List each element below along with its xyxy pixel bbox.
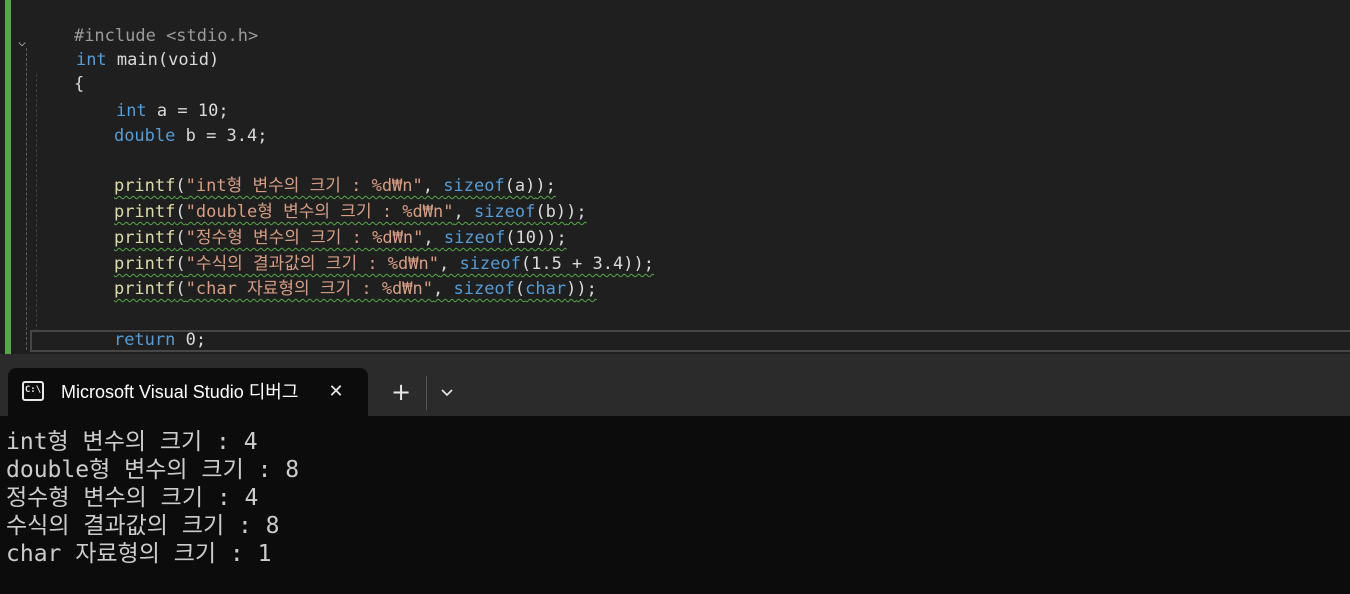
output-line: char 자료형의 크기 : 1 xyxy=(6,541,272,567)
code-text: ) xyxy=(566,279,577,299)
code-text: b = 3.4; xyxy=(175,126,268,146)
current-line-highlight xyxy=(30,330,1350,352)
code-text: ); xyxy=(633,254,654,274)
chevron-down-icon[interactable]: ⌵ xyxy=(15,36,29,50)
terminal-output[interactable]: int형 변수의 크기 : 4 double형 변수의 크기 : 8 정수형 변… xyxy=(0,416,1350,594)
code-line-printf-5[interactable]: printf("char 자료형의 크기 : %d₩n", sizeof(cha… xyxy=(73,253,597,299)
code-line-decl-a[interactable]: int a = 10; xyxy=(75,75,229,121)
output-line: 수식의 결과값의 크기 : 8 xyxy=(6,513,280,539)
code-line-include[interactable]: #include <stdio.h> xyxy=(33,0,258,46)
chevron-down-icon[interactable] xyxy=(434,377,460,407)
output-line: int형 변수의 크기 : 4 xyxy=(6,429,258,455)
output-line: double형 변수의 크기 : 8 xyxy=(6,457,300,483)
function-name: printf xyxy=(113,279,176,299)
keyword: return xyxy=(113,330,176,350)
outline-guide xyxy=(26,48,27,350)
code-text: ( xyxy=(514,279,526,299)
close-icon[interactable]: ✕ xyxy=(324,380,348,404)
terminal-tab-strip: C:\ Microsoft Visual Studio 디버그 ✕ + xyxy=(0,354,1350,416)
console-icon: C:\ xyxy=(22,381,44,401)
string-literal: "char 자료형의 크기 : %d₩n" xyxy=(185,279,433,299)
code-line-printf-3[interactable]: printf("정수형 변수의 크기 : %d₩n", sizeof(10)); xyxy=(73,202,567,248)
terminal-tab[interactable]: C:\ Microsoft Visual Studio 디버그 ✕ xyxy=(8,368,368,416)
code-line-printf-1[interactable]: printf("int형 변수의 크기 : %d₩n", sizeof(a)); xyxy=(73,150,556,196)
keyword: double xyxy=(113,126,176,146)
code-text: ); xyxy=(566,202,587,222)
code-line-close-brace[interactable]: } xyxy=(33,329,84,353)
tab-title: Microsoft Visual Studio 디버그 xyxy=(61,382,299,402)
keyword: char xyxy=(525,279,567,299)
code-line-return[interactable]: return 0; xyxy=(73,304,206,350)
change-tracking-bar xyxy=(5,0,11,354)
code-text: 0; xyxy=(175,330,207,350)
code-line-decl-b[interactable]: double b = 3.4; xyxy=(73,100,268,146)
code-line-printf-2[interactable]: printf("double형 변수의 크기 : %d₩n", sizeof(b… xyxy=(73,176,587,222)
function-signature: main(void) xyxy=(106,50,220,70)
code-text: ); xyxy=(576,279,597,299)
code-text: ( xyxy=(175,279,186,299)
code-line-open-brace[interactable]: { xyxy=(33,48,84,94)
code-editor[interactable]: #include <stdio.h> ⌵ int main(void) { in… xyxy=(0,0,1350,354)
output-line: 정수형 변수의 크기 : 4 xyxy=(6,485,259,511)
code-line-main[interactable]: int main(void) xyxy=(35,24,219,70)
keyword: sizeof xyxy=(453,279,515,299)
new-tab-button[interactable]: + xyxy=(386,377,416,407)
divider xyxy=(426,376,427,410)
code-text: , xyxy=(433,279,454,299)
code-line-printf-4[interactable]: printf("수식의 결과값의 크기 : %d₩n", sizeof(1.5 … xyxy=(73,228,654,274)
